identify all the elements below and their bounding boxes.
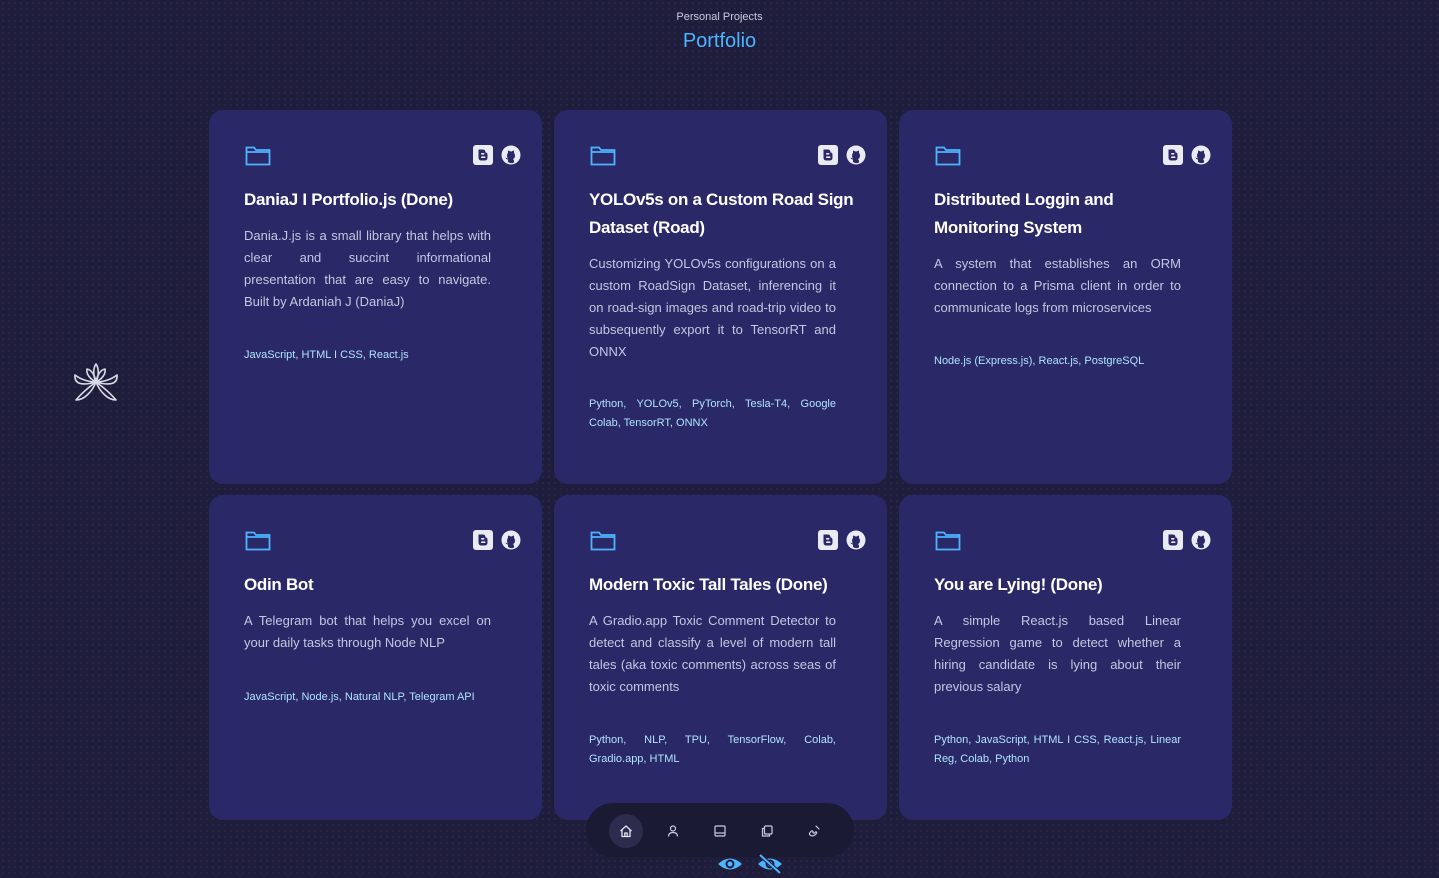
folder-icon — [245, 529, 271, 551]
project-title: YOLOv5s on a Custom Road Sign Dataset (R… — [589, 190, 854, 237]
github-icon[interactable] — [846, 530, 866, 550]
github-icon[interactable] — [501, 530, 521, 550]
project-description: A Telegram bot that helps you excel on y… — [244, 613, 491, 650]
project-title: Modern Toxic Tall Tales (Done) — [589, 575, 828, 594]
project-card[interactable]: Modern Toxic Tall Tales (Done) A Gradio.… — [554, 495, 887, 820]
asterisk-logo-icon[interactable] — [72, 362, 120, 404]
github-icon[interactable] — [501, 145, 521, 165]
user-icon[interactable] — [656, 814, 690, 848]
project-tech-stack: Python, JavaScript, HTML I CSS, React.js… — [934, 734, 1181, 765]
home-icon[interactable] — [609, 814, 643, 848]
project-description: A simple React.js based Linear Regressio… — [934, 613, 1181, 694]
project-title: Odin Bot — [244, 575, 314, 594]
eye-icon[interactable] — [717, 853, 743, 875]
github-icon[interactable] — [1191, 145, 1211, 165]
project-tech-stack: Python, NLP, TPU, TensorFlow, Colab, Gra… — [589, 734, 836, 765]
project-description: Dania.J.js is a small library that helps… — [244, 228, 491, 309]
project-tech-stack: JavaScript, HTML I CSS, React.js — [244, 349, 409, 361]
project-title: DaniaJ I Portfolio.js (Done) — [244, 190, 453, 209]
project-title: You are Lying! (Done) — [934, 575, 1103, 594]
page-title: Portfolio — [682, 30, 757, 52]
project-card[interactable]: You are Lying! (Done) A simple React.js … — [899, 495, 1232, 820]
section-subtitle: Personal Projects — [676, 11, 763, 23]
project-card[interactable]: DaniaJ I Portfolio.js (Done) Dania.J.js … — [209, 110, 542, 484]
folder-icon — [935, 529, 961, 551]
blogger-icon[interactable] — [818, 145, 838, 165]
folder-icon — [590, 144, 616, 166]
project-tech-stack: Node.js (Express.js), React.js, PostgreS… — [934, 355, 1145, 367]
folder-icon — [590, 529, 616, 551]
project-description: A Gradio.app Toxic Comment Detector to d… — [589, 613, 836, 694]
bottom-nav — [586, 803, 854, 857]
folder-icon — [935, 144, 961, 166]
blogger-icon[interactable] — [818, 530, 838, 550]
project-card[interactable]: Distributed Loggin and Monitoring System… — [899, 110, 1232, 484]
project-title: Distributed Loggin and Monitoring System — [934, 190, 1114, 237]
portfolio-icon[interactable] — [750, 814, 784, 848]
blogger-icon[interactable] — [1163, 145, 1183, 165]
project-tech-stack: JavaScript, Node.js, Natural NLP, Telegr… — [244, 691, 475, 703]
github-icon[interactable] — [846, 145, 866, 165]
contact-icon[interactable] — [797, 814, 831, 848]
github-icon[interactable] — [1191, 530, 1211, 550]
project-description: Customizing YOLOv5s configurations on a … — [589, 256, 836, 359]
project-card[interactable]: YOLOv5s on a Custom Road Sign Dataset (R… — [554, 110, 887, 484]
eye-off-icon[interactable] — [757, 853, 783, 875]
project-tech-stack: Python, YOLOv5, PyTorch, Tesla-T4, Googl… — [589, 398, 836, 429]
blogger-icon[interactable] — [473, 145, 493, 165]
blogger-icon[interactable] — [473, 530, 493, 550]
blogger-icon[interactable] — [1163, 530, 1183, 550]
project-description: A system that establishes an ORM connect… — [934, 256, 1181, 315]
resume-icon[interactable] — [703, 814, 737, 848]
folder-icon — [245, 144, 271, 166]
project-card[interactable]: Odin Bot A Telegram bot that helps you e… — [209, 495, 542, 820]
